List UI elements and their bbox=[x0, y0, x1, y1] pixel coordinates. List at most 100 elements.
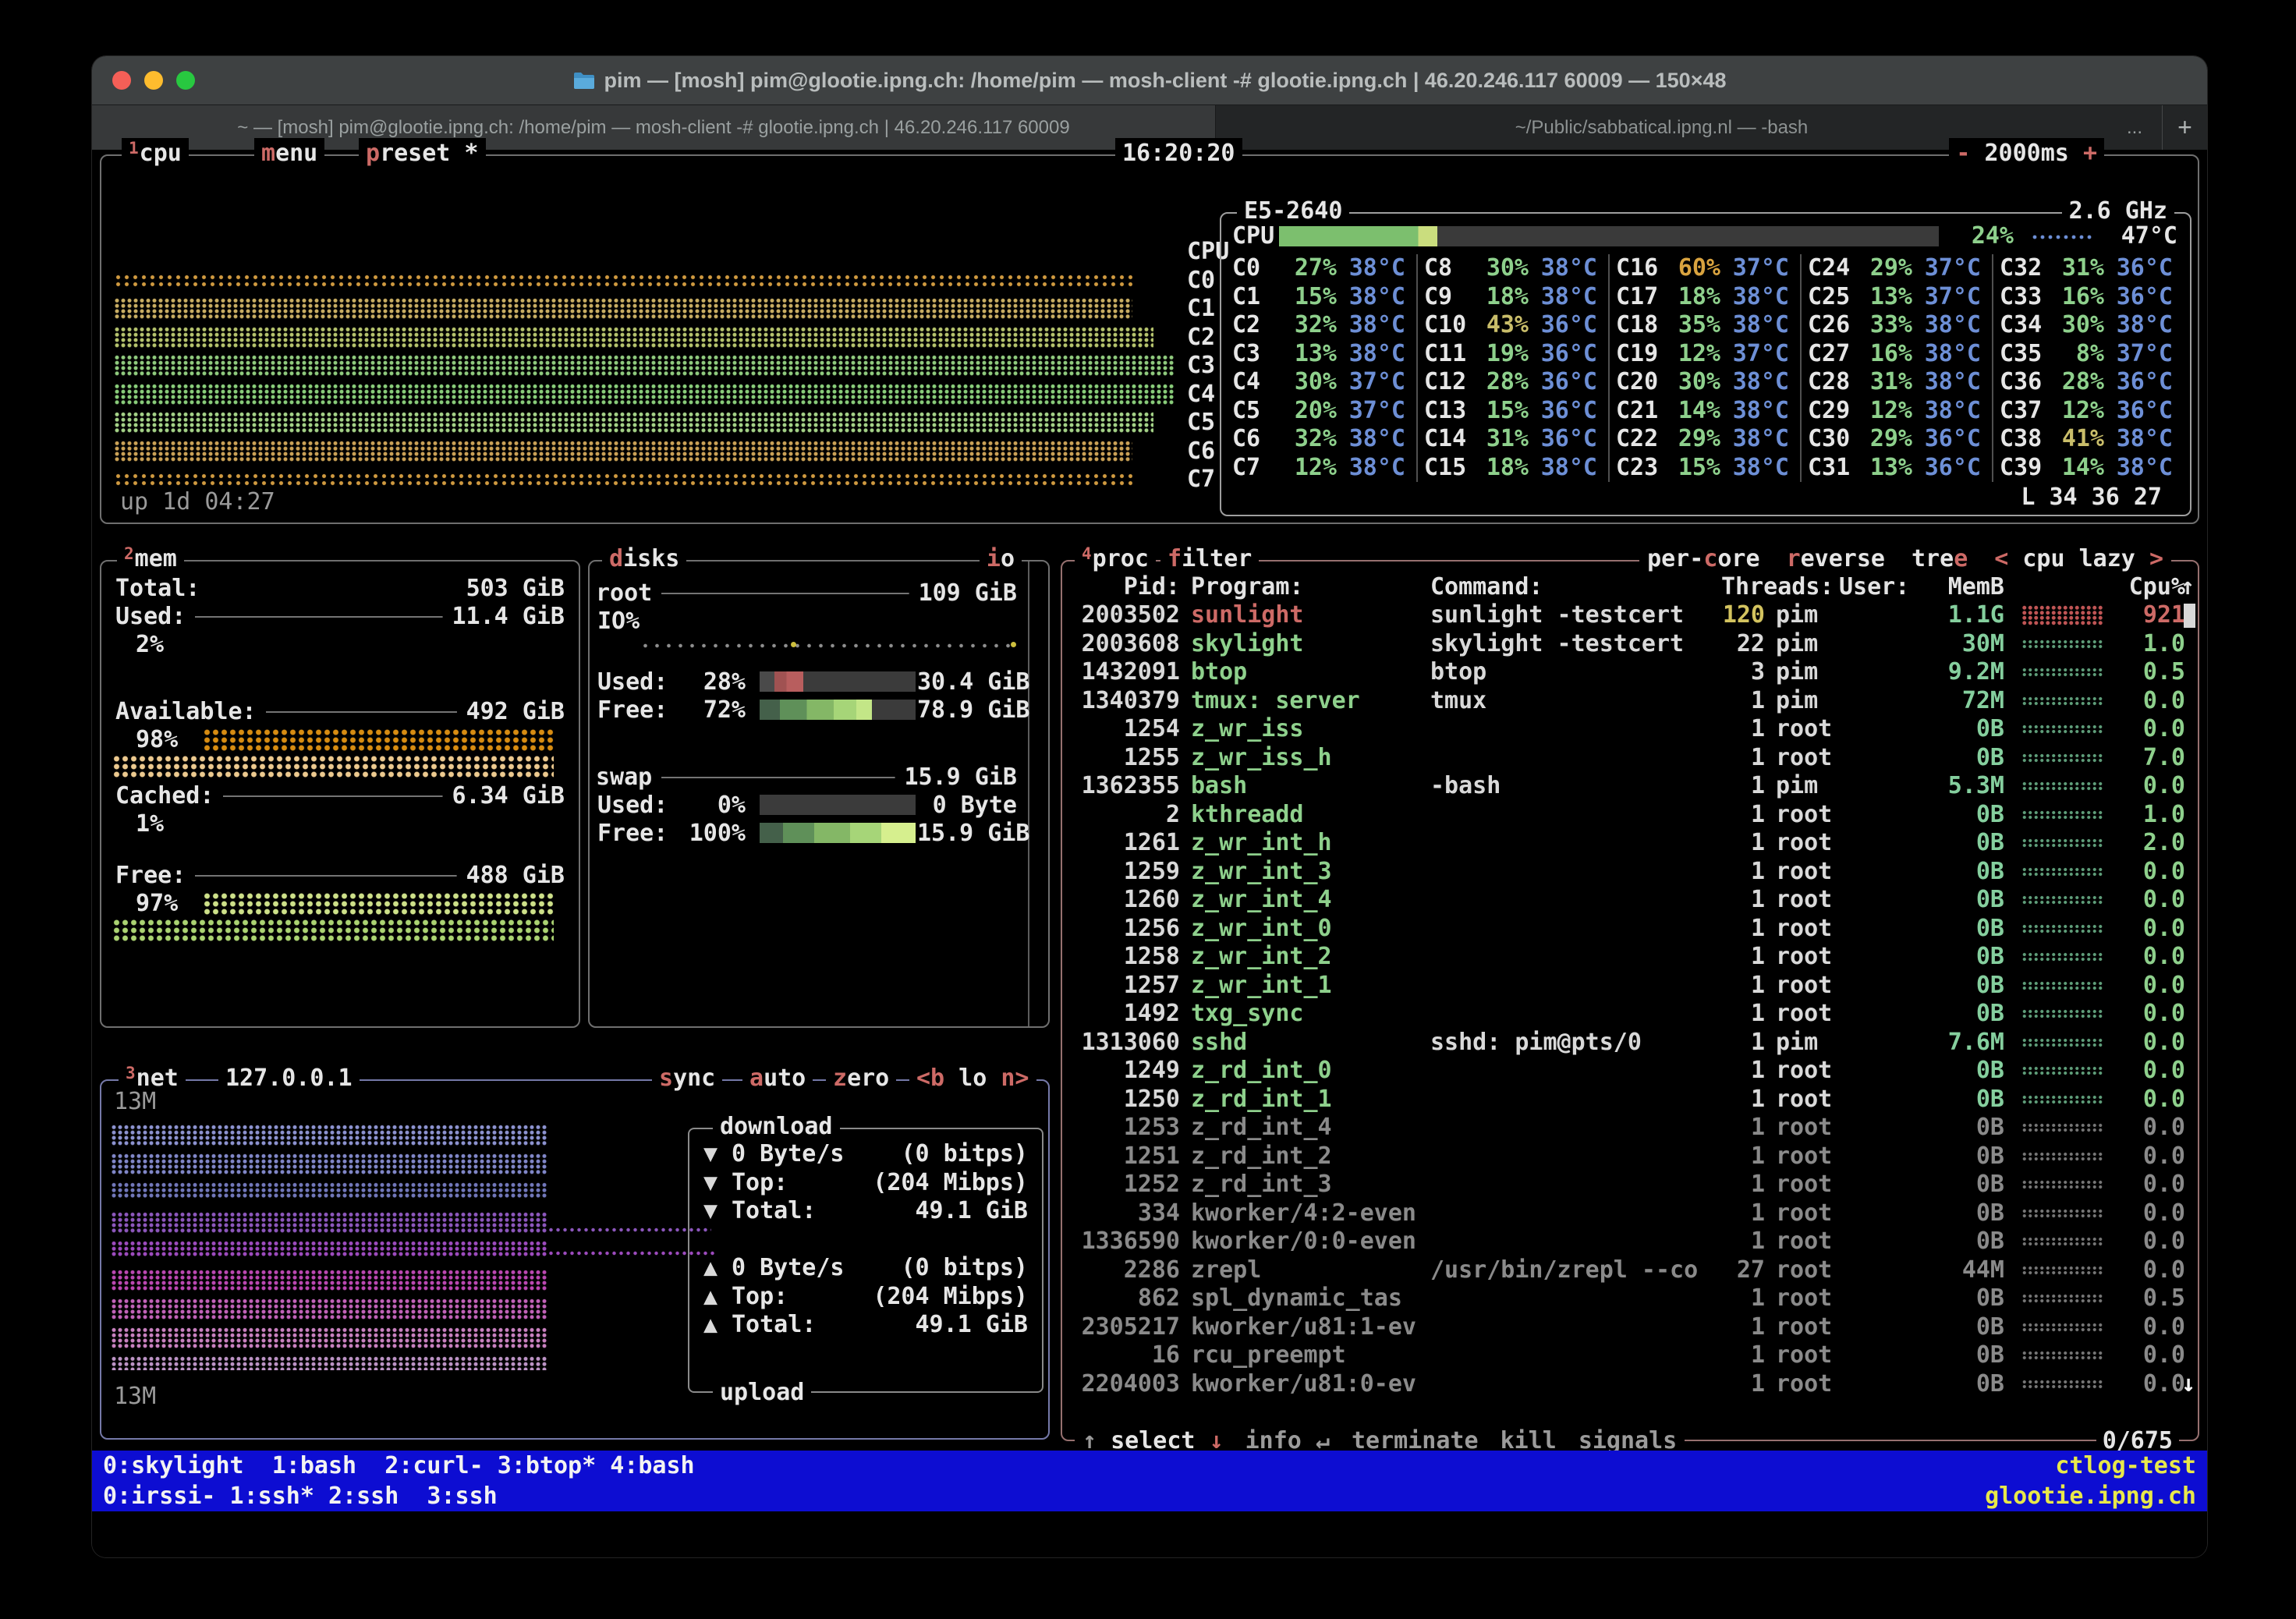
process-row[interactable]: 1254z_wr_iss1root0B0.0 bbox=[1062, 715, 2198, 744]
process-row[interactable]: 1336590kworker/0:0-even1root0B0.0 bbox=[1062, 1228, 2198, 1256]
column-user[interactable]: User: bbox=[1839, 572, 1920, 601]
sort-selector[interactable]: < cpu lazy > bbox=[1994, 544, 2163, 575]
download-title: download bbox=[713, 1111, 840, 1143]
cpu-usage-band bbox=[114, 441, 1132, 462]
process-row[interactable]: 2003608skylightskylight -testcert22pim30… bbox=[1062, 630, 2198, 659]
close-button[interactable] bbox=[112, 71, 131, 90]
process-row[interactable]: 1261z_wr_int_h1root0B2.0 bbox=[1062, 829, 2198, 858]
process-row[interactable]: 1251z_rd_int_21root0B0.0 bbox=[1062, 1143, 2198, 1171]
preset-hotkey: p bbox=[366, 140, 380, 167]
interval-increase-button[interactable]: + bbox=[2083, 140, 2097, 167]
process-user: root bbox=[1776, 801, 1920, 830]
new-tab-button[interactable]: + bbox=[2162, 105, 2207, 150]
net-interface-switcher[interactable]: <b lo n> bbox=[909, 1063, 1036, 1094]
cpu-meter-dots bbox=[2031, 234, 2093, 240]
core-usage: 29% bbox=[1661, 425, 1720, 454]
process-row[interactable]: 2286zrepl/usr/bin/zrepl --co27root44M0.0 bbox=[1062, 1256, 2198, 1285]
process-row[interactable]: 1259z_wr_int_31root0B0.0 bbox=[1062, 858, 2198, 887]
process-row[interactable]: 1252z_rd_int_31root0B0.0 bbox=[1062, 1171, 2198, 1199]
proc-panel-tab[interactable]: 4proc bbox=[1075, 544, 1156, 576]
tree-toggle[interactable]: tree bbox=[1912, 544, 1968, 575]
sort-direction-icon[interactable]: ↑ bbox=[2181, 572, 2195, 601]
process-row[interactable]: 1255z_wr_iss_h1root0B7.0 bbox=[1062, 744, 2198, 773]
process-threads: 1 bbox=[1721, 1114, 1765, 1143]
process-row[interactable]: 1257z_wr_int_11root0B0.0 bbox=[1062, 972, 2198, 1001]
net-scale-top: 13M bbox=[114, 1087, 156, 1116]
process-user: root bbox=[1776, 1171, 1920, 1199]
interval-decrease-button[interactable]: - bbox=[1956, 140, 1970, 167]
process-row[interactable]: 1313060sshdsshd: pim@pts/01pim7.6M0.0 bbox=[1062, 1029, 2198, 1057]
core-cell-C1: C115%38°C bbox=[1226, 283, 1418, 312]
process-row[interactable]: 1340379tmux: servertmux1pim72M0.0 bbox=[1062, 687, 2198, 716]
process-cpu: 0.0 bbox=[2103, 1256, 2185, 1285]
column-program[interactable]: Program: bbox=[1191, 572, 1422, 601]
process-name: z_rd_int_4 bbox=[1191, 1114, 1422, 1143]
iface-prev-button[interactable]: <b bbox=[916, 1065, 944, 1092]
sort-prev-button[interactable]: < bbox=[1994, 545, 2008, 572]
process-row[interactable]: 1250z_rd_int_11root0B0.0 bbox=[1062, 1086, 2198, 1114]
mem-panel-tab[interactable]: 2mem bbox=[117, 544, 184, 576]
column-pid[interactable]: Pid: bbox=[1062, 572, 1180, 601]
process-row[interactable]: 1258z_wr_int_21root0B0.0 bbox=[1062, 943, 2198, 972]
process-pid: 1254 bbox=[1062, 715, 1180, 744]
mem-free-label: Free: bbox=[115, 861, 195, 890]
process-row[interactable]: 1260z_wr_int_41root0B0.0 bbox=[1062, 886, 2198, 915]
process-threads: 22 bbox=[1721, 630, 1765, 659]
sort-next-button[interactable]: > bbox=[2149, 545, 2163, 572]
process-row[interactable]: 2305217kworker/u81:1-ev1root0B0.0 bbox=[1062, 1313, 2198, 1342]
menu-button[interactable]: menu bbox=[254, 138, 324, 169]
core-usage: 30% bbox=[1469, 254, 1529, 283]
scrollbar-thumb[interactable] bbox=[2184, 604, 2195, 628]
column-threads[interactable]: Threads: bbox=[1721, 572, 1828, 601]
process-row[interactable]: 1492txg_sync1root0B0.0 bbox=[1062, 1000, 2198, 1029]
net-traffic-band bbox=[111, 1125, 547, 1146]
process-row[interactable]: 334kworker/4:2-even1root0B0.0 bbox=[1062, 1199, 2198, 1228]
process-name: z_wr_int_3 bbox=[1191, 858, 1422, 887]
process-row[interactable]: 862spl_dynamic_tas1root0B0.5 bbox=[1062, 1284, 2198, 1313]
process-threads: 1 bbox=[1721, 943, 1765, 972]
process-row[interactable]: 2kthreadd1root0B1.0 bbox=[1062, 801, 2198, 830]
process-row[interactable]: 2003502sunlightsunlight -testcert120pim1… bbox=[1062, 601, 2198, 630]
process-command bbox=[1430, 829, 1721, 858]
titlebar[interactable]: pim — [mosh] pim@glootie.ipng.ch: /home/… bbox=[92, 56, 2207, 105]
minimize-button[interactable] bbox=[144, 71, 163, 90]
net-auto-toggle[interactable]: auto bbox=[742, 1063, 813, 1094]
process-pid: 2 bbox=[1062, 801, 1180, 830]
disk-free-label: Free: bbox=[597, 696, 668, 724]
tmux-window-list-1[interactable]: 0:skylight 1:bash 2:curl- 3:btop* 4:bash bbox=[103, 1451, 695, 1481]
disks-panel-tab[interactable]: disks bbox=[602, 544, 686, 575]
core-usage: 8% bbox=[2045, 340, 2104, 369]
column-memb[interactable]: MemB bbox=[1920, 572, 2004, 601]
per-core-toggle[interactable]: per-core bbox=[1647, 544, 1760, 575]
preset-button[interactable]: preset * bbox=[359, 138, 486, 169]
net-sync-toggle[interactable]: sync bbox=[652, 1063, 722, 1094]
process-row[interactable]: 2204003kworker/u81:0-ev1root0B0.0↓ bbox=[1062, 1370, 2198, 1399]
tab-overflow-button[interactable]: ... bbox=[2107, 105, 2162, 150]
io-toggle[interactable]: io bbox=[980, 544, 1022, 575]
tmux-window-list-2[interactable]: 0:irssi- 1:ssh* 2:ssh 3:ssh bbox=[103, 1481, 498, 1511]
process-row[interactable]: 16rcu_preempt1root0B0.0 bbox=[1062, 1341, 2198, 1370]
process-row[interactable]: 1256z_wr_int_01root0B0.0 bbox=[1062, 915, 2198, 944]
core-cell-C20: C2030%38°C bbox=[1610, 368, 1802, 397]
iface-next-button[interactable]: n> bbox=[1001, 1065, 1029, 1092]
column-cpu[interactable]: Cpu% bbox=[2103, 572, 2185, 601]
cpu-panel-tab[interactable]: 1cpu bbox=[122, 138, 189, 171]
process-mem: 0B bbox=[1920, 1143, 2004, 1171]
core-id: C22 bbox=[1610, 425, 1661, 454]
zoom-button[interactable] bbox=[176, 71, 195, 90]
core-temp: 38°C bbox=[1720, 368, 1789, 397]
process-row[interactable]: 1362355bash-bash1pim5.3M0.0 bbox=[1062, 772, 2198, 801]
process-row[interactable]: 1249z_rd_int_01root0B0.0 bbox=[1062, 1057, 2198, 1086]
process-cpu: 1.0 bbox=[2103, 801, 2185, 830]
process-row[interactable]: 1432091btopbtop3pim9.2M0.5 bbox=[1062, 658, 2198, 687]
net-zero-toggle[interactable]: zero bbox=[826, 1063, 896, 1094]
reverse-toggle[interactable]: reverse bbox=[1787, 544, 1885, 575]
process-name: zrepl bbox=[1191, 1256, 1422, 1285]
disk-free-meter bbox=[760, 700, 916, 720]
filter-button[interactable]: filter bbox=[1160, 544, 1259, 575]
column-command[interactable]: Command: bbox=[1430, 572, 1721, 601]
disk-root-used-row: Used: 28% 30.4 GiB bbox=[590, 668, 1048, 696]
process-row[interactable]: 1253z_rd_int_41root0B0.0 bbox=[1062, 1114, 2198, 1143]
core-usage: 28% bbox=[2045, 368, 2104, 397]
cpu-total-row: CPU 24% 47°C bbox=[1221, 221, 2190, 250]
